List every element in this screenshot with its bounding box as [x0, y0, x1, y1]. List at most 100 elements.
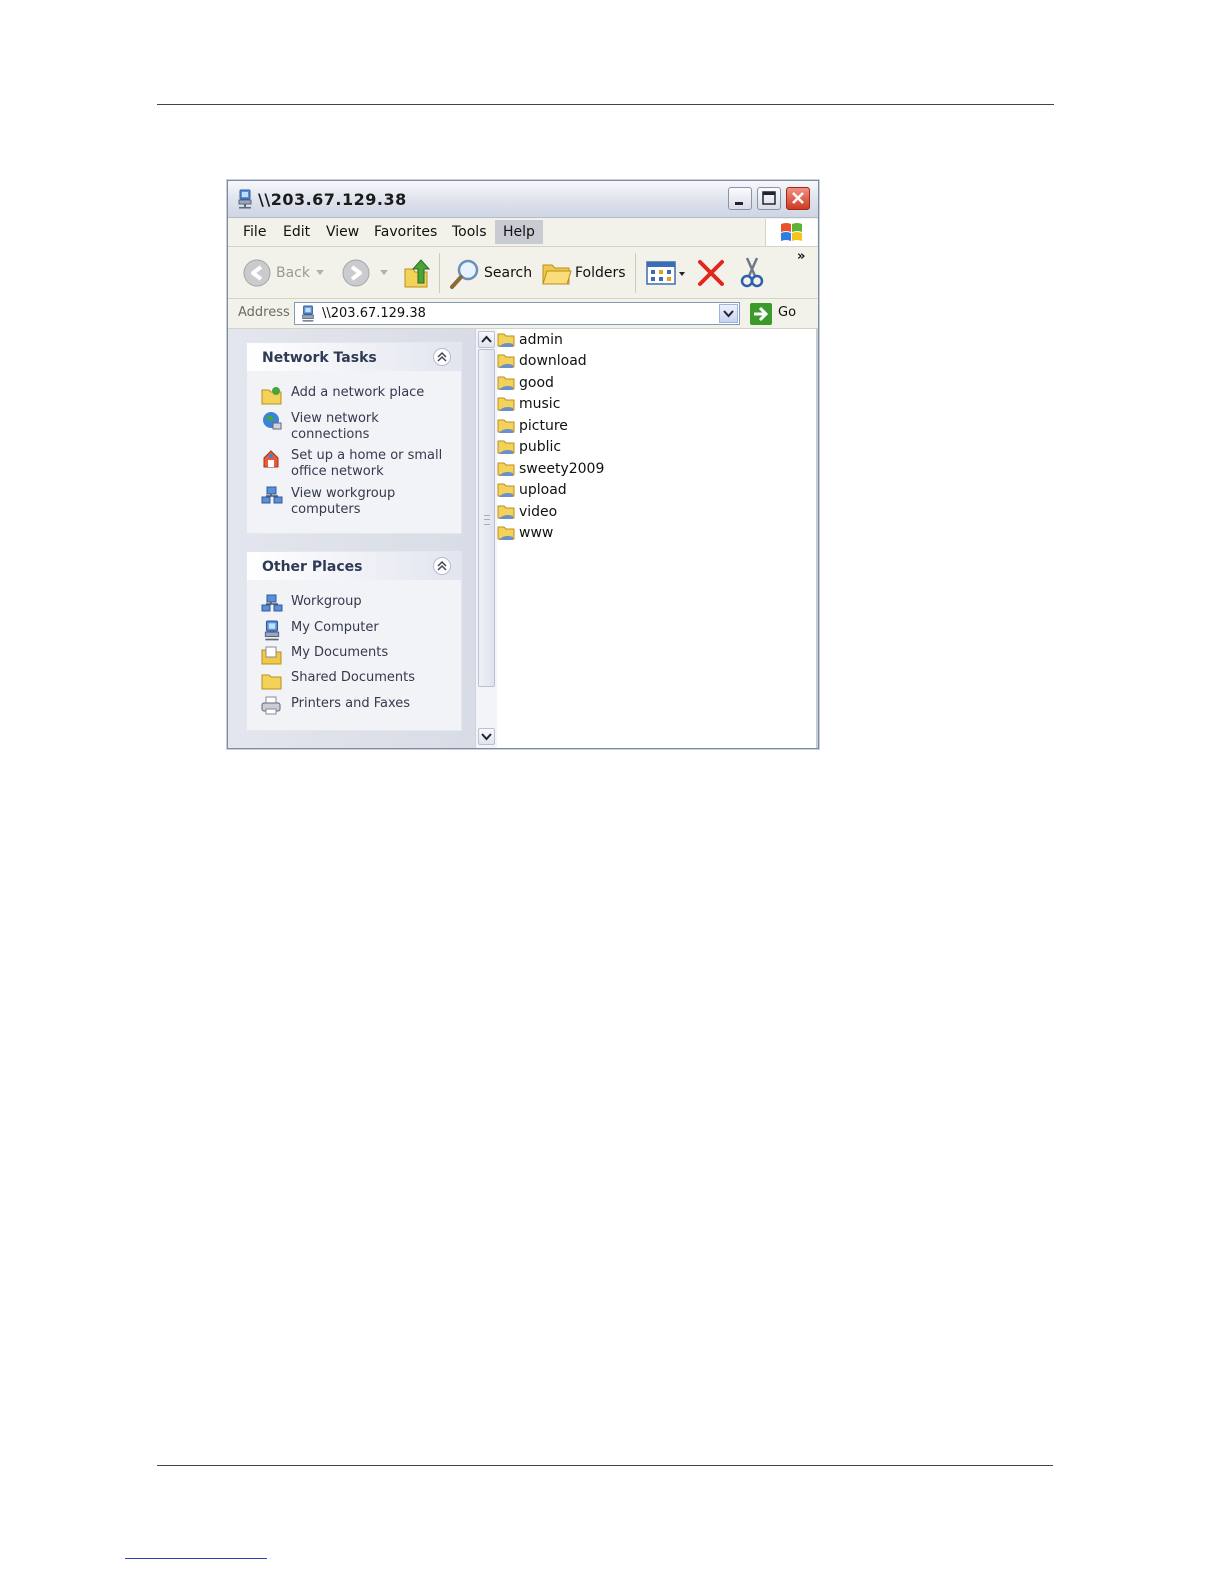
other-places-panel: Other Places Workgroup My Computer My Do…: [247, 552, 461, 730]
other-places-header[interactable]: Other Places: [247, 552, 461, 580]
menu-tools[interactable]: Tools: [452, 224, 487, 240]
network-tasks-panel: Network Tasks Add a network place View n…: [247, 343, 461, 533]
collapse-button[interactable]: [433, 557, 451, 575]
scroll-grip: [484, 515, 490, 525]
network-drive-icon: [302, 305, 314, 322]
up-folder-icon[interactable]: [402, 257, 432, 289]
list-item[interactable]: picture: [497, 416, 697, 437]
file-name: public: [519, 439, 562, 455]
workgroup-icon: [261, 594, 283, 612]
file-name: good: [519, 375, 554, 391]
chevron-double-up-icon: [437, 560, 447, 571]
window-title: \\203.67.129.38: [258, 190, 407, 209]
workgroup-icon: [261, 486, 283, 504]
list-item[interactable]: music: [497, 394, 697, 415]
shared-folder-icon: [497, 462, 515, 476]
shared-folder-icon: [497, 483, 515, 497]
scroll-down-button[interactable]: [478, 728, 495, 745]
network-tasks-title: Network Tasks: [262, 350, 377, 366]
printer-icon: [261, 696, 281, 715]
close-icon: [792, 192, 804, 204]
forward-dropdown-icon[interactable]: [380, 270, 388, 276]
go-label[interactable]: Go: [778, 305, 796, 320]
forward-arrow-icon[interactable]: [341, 258, 371, 288]
add-network-place-icon: [261, 387, 282, 405]
list-item[interactable]: www: [497, 523, 697, 544]
menu-file[interactable]: File: [243, 224, 266, 240]
menu-bar: File Edit View Favorites Tools Help: [228, 218, 818, 247]
my-computer-icon: [264, 620, 280, 641]
address-value: \\203.67.129.38: [322, 306, 426, 321]
file-name: sweety2009: [519, 461, 605, 477]
folders-button-label[interactable]: Folders: [575, 265, 626, 281]
menu-view[interactable]: View: [326, 224, 359, 240]
cut-scissors-icon[interactable]: [738, 256, 766, 288]
title-bar[interactable]: \\203.67.129.38: [228, 181, 818, 218]
list-item[interactable]: video: [497, 502, 697, 523]
shared-folder-icon: [497, 505, 515, 519]
collapse-button[interactable]: [433, 348, 451, 366]
place-label: My Documents: [291, 645, 389, 660]
list-item[interactable]: upload: [497, 480, 697, 501]
globe-icon: [263, 412, 282, 430]
place-label: My Computer: [291, 620, 379, 635]
shared-folder-icon: [497, 526, 515, 540]
menu-favorites[interactable]: Favorites: [374, 224, 437, 240]
file-name: picture: [519, 418, 568, 434]
shared-folder-icon: [497, 397, 515, 411]
back-arrow-icon[interactable]: [242, 258, 272, 288]
windows-logo: [765, 219, 817, 246]
back-button-label[interactable]: Back: [276, 265, 310, 281]
address-dropdown-button[interactable]: [719, 304, 738, 323]
task-label: View workgroup computers: [291, 486, 396, 517]
shared-folder-icon: [497, 376, 515, 390]
views-icon[interactable]: [646, 260, 688, 286]
search-icon[interactable]: [449, 257, 483, 291]
scroll-thumb[interactable]: [478, 349, 495, 687]
maximize-icon: [762, 191, 776, 205]
maximize-button[interactable]: [757, 187, 781, 210]
search-button-label[interactable]: Search: [484, 265, 532, 281]
delete-icon[interactable]: [697, 259, 725, 287]
other-places-title: Other Places: [262, 559, 363, 575]
vertical-scrollbar[interactable]: [475, 329, 497, 748]
my-documents-icon: [261, 646, 282, 665]
shared-folder-icon: [497, 333, 515, 347]
file-name: upload: [519, 482, 567, 498]
file-name: admin: [519, 332, 563, 348]
minimize-button[interactable]: [728, 187, 752, 210]
address-label: Address: [238, 305, 290, 320]
windows-flag-icon: [781, 223, 802, 241]
menu-help[interactable]: Help: [495, 220, 543, 244]
task-label: View network connections: [291, 411, 379, 442]
shared-folder-icon: [497, 354, 515, 368]
list-item[interactable]: good: [497, 373, 697, 394]
file-name: download: [519, 353, 587, 369]
task-label: Set up a home or small office network: [291, 448, 443, 479]
address-input[interactable]: \\203.67.129.38: [294, 302, 740, 325]
scroll-up-button[interactable]: [478, 331, 495, 348]
shared-folder-icon: [497, 440, 515, 454]
list-item[interactable]: admin: [497, 330, 697, 351]
chevron-double-up-icon: [437, 351, 447, 362]
go-button[interactable]: [750, 303, 772, 325]
list-item[interactable]: sweety2009: [497, 459, 697, 480]
network-drive-icon: [238, 189, 252, 209]
folders-icon[interactable]: [541, 259, 573, 287]
chevron-up-icon: [481, 335, 492, 343]
explorer-window: \\203.67.129.38 File Edit View Favorites…: [227, 180, 819, 749]
chevron-down-icon: [481, 733, 492, 741]
list-item[interactable]: public: [497, 437, 697, 458]
toolbar: Back Search Folders »: [228, 247, 818, 299]
file-list: admin download good music picture public…: [497, 329, 818, 748]
close-button[interactable]: [786, 187, 810, 210]
list-item[interactable]: download: [497, 351, 697, 372]
folder-icon: [261, 674, 282, 690]
header-rule: [157, 104, 1054, 105]
minimize-icon: [735, 202, 743, 205]
back-dropdown-icon[interactable]: [316, 270, 324, 276]
toolbar-separator: [439, 253, 440, 293]
network-tasks-header[interactable]: Network Tasks: [247, 343, 461, 371]
menu-edit[interactable]: Edit: [283, 224, 310, 240]
toolbar-overflow-chevron[interactable]: »: [797, 249, 805, 264]
